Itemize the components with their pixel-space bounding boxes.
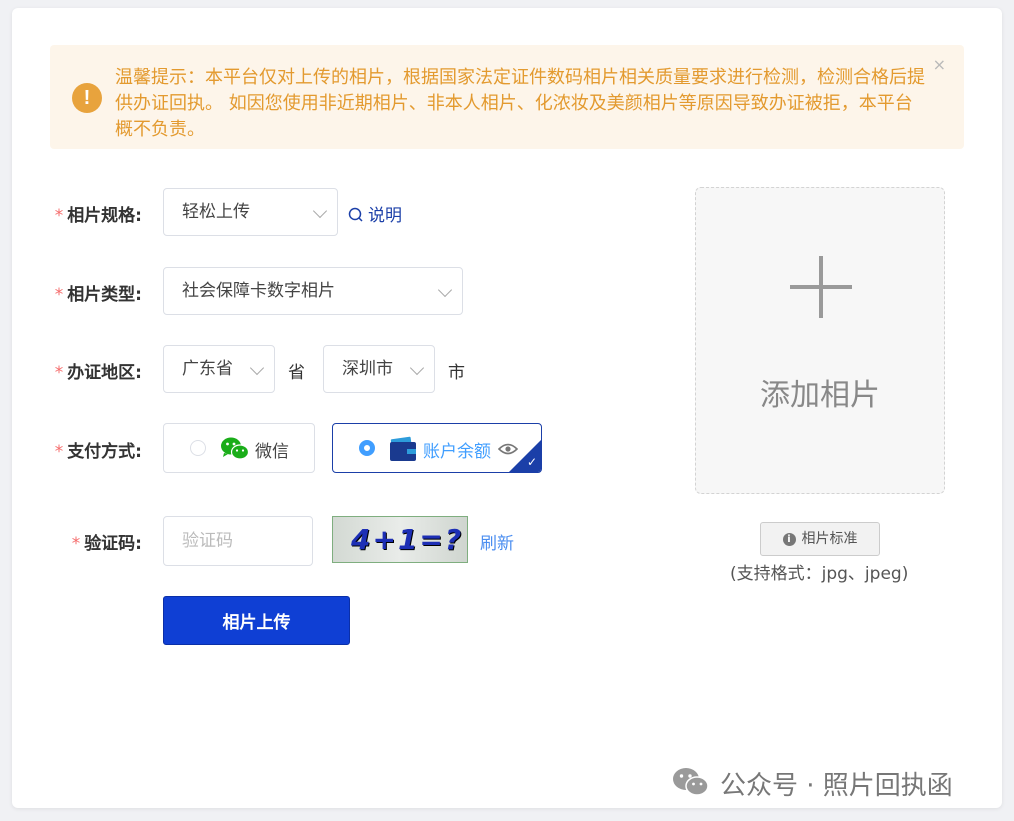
help-link[interactable]: 说明: [348, 201, 402, 226]
warning-icon: !: [72, 83, 102, 113]
payment-label-balance: 账户余额: [423, 442, 491, 462]
region-label: * 办证地区:: [54, 363, 142, 383]
type-select[interactable]: 社会保障卡数字相片: [163, 267, 463, 315]
wechat-icon: [221, 437, 250, 460]
province-value: 广东省: [182, 359, 233, 379]
refresh-captcha-link[interactable]: 刷新: [480, 529, 514, 554]
check-icon: ✓: [526, 455, 537, 469]
province-suffix: 省: [288, 363, 305, 383]
photo-standard-button[interactable]: i 相片标准: [760, 522, 880, 556]
spec-select[interactable]: 轻松上传: [163, 188, 338, 236]
chevron-down-icon: [249, 360, 265, 376]
close-icon[interactable]: ×: [933, 55, 946, 74]
payment-label: * 支付方式:: [54, 442, 142, 462]
warning-alert: ! 温馨提示：本平台仅对上传的相片，根据国家法定证件数码相片相关质量要求进行检测…: [50, 45, 964, 149]
add-photo-upload[interactable]: 添加相片: [695, 187, 945, 494]
spec-label: * 相片规格:: [54, 206, 142, 226]
chevron-down-icon: [312, 203, 328, 219]
city-suffix: 市: [448, 363, 465, 383]
captcha-image[interactable]: 4+1=?: [332, 516, 468, 563]
alert-text: 温馨提示：本平台仅对上传的相片，根据国家法定证件数码相片相关质量要求进行检测，检…: [115, 67, 925, 140]
payment-option-balance[interactable]: 账户余额 ✓: [332, 423, 542, 473]
type-label: * 相片类型:: [54, 285, 142, 305]
search-icon: [348, 207, 363, 222]
province-select[interactable]: 广东省: [163, 345, 275, 393]
type-select-value: 社会保障卡数字相片: [182, 281, 335, 301]
spec-select-value: 轻松上传: [182, 202, 250, 222]
radio-wechat[interactable]: [190, 440, 206, 456]
chevron-down-icon: [437, 282, 453, 298]
add-photo-text: 添加相片: [760, 378, 880, 413]
wechat-icon: [673, 768, 709, 796]
info-icon: i: [782, 533, 796, 546]
payment-label-wechat: 微信: [255, 442, 289, 462]
city-select[interactable]: 深圳市: [323, 345, 435, 393]
radio-balance[interactable]: [359, 440, 375, 456]
city-value: 深圳市: [342, 359, 393, 379]
payment-option-wechat[interactable]: 微信: [163, 423, 315, 473]
captcha-input[interactable]: [163, 516, 313, 566]
main-card: ! 温馨提示：本平台仅对上传的相片，根据国家法定证件数码相片相关质量要求进行检测…: [12, 8, 1002, 808]
wallet-icon: [390, 436, 416, 461]
upload-photo-button[interactable]: 相片上传: [163, 596, 350, 645]
required-mark: *: [54, 206, 64, 226]
watermark: 公众号 · 照片回执函: [672, 765, 953, 802]
supported-formats: (支持格式：jpg、jpeg): [730, 564, 909, 584]
chevron-down-icon: [409, 360, 425, 376]
captcha-label: * 验证码:: [71, 534, 142, 554]
captcha-image-text: 4+1=?: [351, 523, 464, 556]
